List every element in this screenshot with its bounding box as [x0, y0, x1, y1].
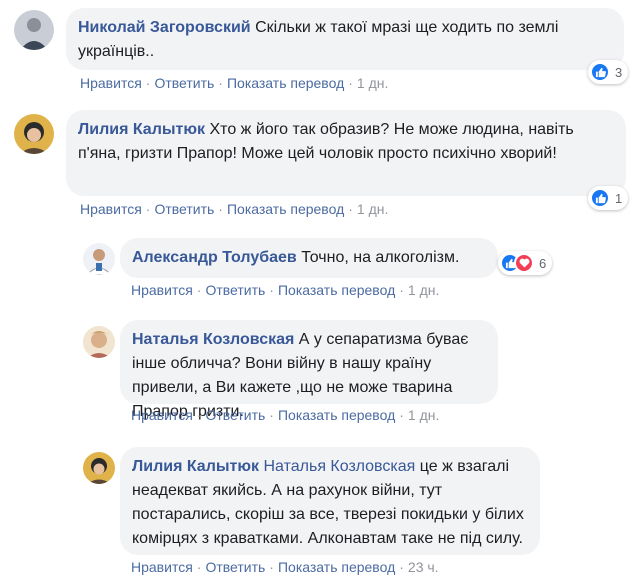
- separator-dot: ·: [399, 282, 404, 298]
- comment-author[interactable]: Николай Загоровский: [78, 19, 251, 36]
- reaction-summary[interactable]: 1: [588, 186, 629, 210]
- reply-button[interactable]: Ответить: [154, 75, 214, 91]
- like-icon: [590, 62, 610, 82]
- separator-dot: ·: [145, 75, 151, 91]
- separator-dot: ·: [269, 407, 274, 423]
- mention-link[interactable]: Наталья Козловская: [264, 458, 416, 475]
- comment-bubble: Лилия Калытюк Хто ж його так образив? Не…: [66, 110, 626, 196]
- separator-dot: ·: [196, 559, 202, 575]
- like-button[interactable]: Нравится: [131, 282, 193, 298]
- like-button[interactable]: Нравится: [80, 201, 142, 217]
- timestamp[interactable]: 1 дн.: [408, 282, 439, 298]
- reaction-summary[interactable]: 6: [498, 251, 553, 275]
- translate-button[interactable]: Показать перевод: [227, 75, 344, 91]
- avatar[interactable]: [83, 326, 115, 358]
- reply-button[interactable]: Ответить: [205, 282, 265, 298]
- like-button[interactable]: Нравится: [131, 407, 193, 423]
- comment-author[interactable]: Наталья Козловская: [132, 331, 294, 348]
- comment-text: Точно, на алкоголізм.: [301, 249, 460, 266]
- reaction-summary[interactable]: 3: [588, 60, 629, 84]
- separator-dot: ·: [399, 407, 404, 423]
- like-icon: [590, 188, 610, 208]
- translate-button[interactable]: Показать перевод: [227, 201, 344, 217]
- love-icon: [514, 253, 534, 273]
- comment-actions: Нравится · Ответить · Показать перевод · 1 дн.: [131, 282, 439, 298]
- reaction-count: 6: [539, 255, 547, 271]
- timestamp[interactable]: 23 ч.: [408, 559, 439, 575]
- avatar[interactable]: [83, 452, 115, 484]
- comment-actions: Нравится · Ответить · Показать перевод · 1 дн.: [80, 75, 388, 91]
- comment-author[interactable]: Лилия Калытюк: [78, 121, 205, 138]
- comment-actions: Нравится · Ответить · Показать перевод · 1 дн.: [80, 201, 388, 217]
- separator-dot: ·: [269, 282, 274, 298]
- reply-bubble: Наталья Козловская А у сепаратизма буває…: [120, 320, 498, 420]
- comment-actions: Нравится · Ответить · Показать перевод · 23 ч.: [131, 559, 439, 575]
- separator-dot: ·: [145, 201, 151, 217]
- like-button[interactable]: Нравится: [80, 75, 142, 91]
- comment-bubble: Николай Загоровский Скільки ж такої мраз…: [66, 8, 624, 70]
- separator-dot: ·: [218, 75, 223, 91]
- comment-author[interactable]: Лилия Калытюк: [132, 458, 259, 475]
- separator-dot: ·: [196, 407, 202, 423]
- translate-button[interactable]: Показать перевод: [278, 559, 395, 575]
- translate-button[interactable]: Показать перевод: [278, 282, 395, 298]
- comment-actions: Нравится · Ответить · Показать перевод · 1 дн.: [131, 407, 439, 423]
- reaction-count: 1: [615, 190, 623, 206]
- avatar[interactable]: [14, 10, 54, 50]
- separator-dot: ·: [218, 201, 223, 217]
- separator-dot: ·: [348, 75, 353, 91]
- comment-author[interactable]: Александр Толубаев: [132, 249, 297, 266]
- timestamp[interactable]: 1 дн.: [357, 75, 388, 91]
- reply-button[interactable]: Ответить: [205, 407, 265, 423]
- reply-bubble: Лилия Калытюк Наталья Козловская це ж вз…: [120, 447, 540, 555]
- translate-button[interactable]: Показать перевод: [278, 407, 395, 423]
- separator-dot: ·: [399, 559, 404, 575]
- reaction-count: 3: [615, 64, 623, 80]
- avatar[interactable]: [83, 243, 115, 275]
- separator-dot: ·: [269, 559, 274, 575]
- reply-button[interactable]: Ответить: [154, 201, 214, 217]
- separator-dot: ·: [348, 201, 353, 217]
- separator-dot: ·: [196, 282, 202, 298]
- avatar[interactable]: [14, 114, 54, 154]
- timestamp[interactable]: 1 дн.: [408, 407, 439, 423]
- reply-button[interactable]: Ответить: [205, 559, 265, 575]
- like-button[interactable]: Нравится: [131, 559, 193, 575]
- reply-bubble: Александр Толубаев Точно, на алкоголізм.: [120, 238, 498, 278]
- timestamp[interactable]: 1 дн.: [357, 201, 388, 217]
